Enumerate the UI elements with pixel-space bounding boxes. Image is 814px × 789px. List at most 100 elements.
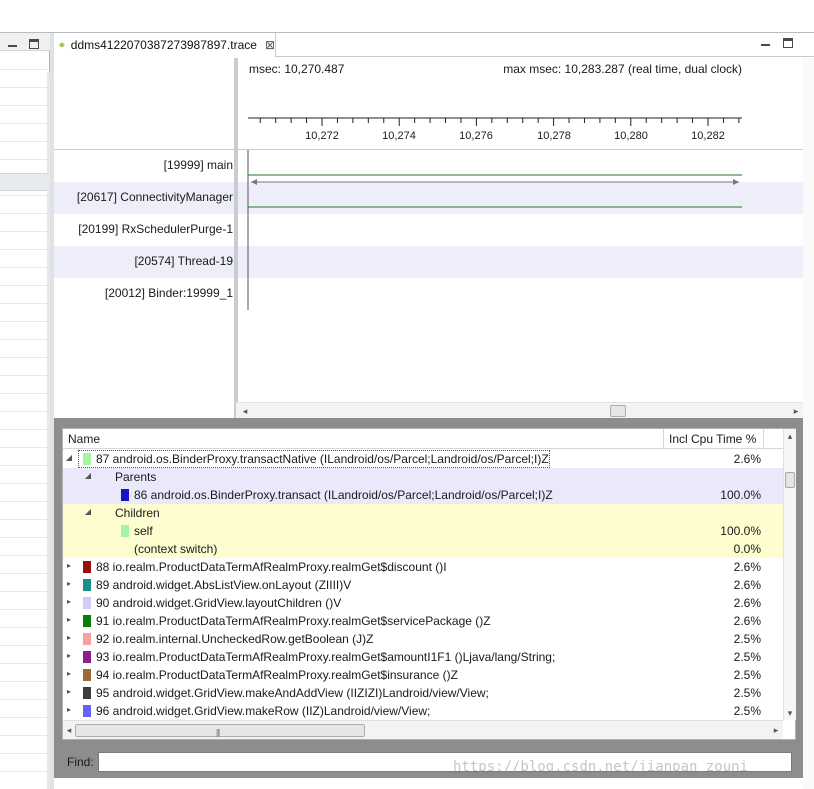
- expand-triangle-icon[interactable]: ▸: [65, 669, 73, 678]
- profile-table: Name Incl Cpu Time % ◢ 87 android.os.Bin…: [62, 428, 796, 740]
- color-swatch: [121, 489, 129, 501]
- left-view-row-line: [0, 141, 47, 142]
- left-view-row-line: [0, 339, 47, 340]
- color-swatch: [83, 687, 91, 699]
- left-view-row-line: [0, 663, 47, 664]
- expand-triangle-icon[interactable]: ▸: [65, 615, 73, 624]
- column-header-incl-cpu[interactable]: Incl Cpu Time %: [669, 432, 756, 446]
- table-row[interactable]: self 100.0%: [63, 522, 783, 540]
- table-row[interactable]: ▸ 95 android.widget.GridView.makeAndAddV…: [63, 684, 783, 702]
- ruler-tick-label: 10,274: [382, 130, 416, 142]
- editor-maximize-button[interactable]: [783, 38, 793, 48]
- left-view-row-line: [0, 411, 47, 412]
- row-percent: 100.0%: [720, 488, 761, 502]
- timeline-divider[interactable]: [234, 58, 238, 418]
- expand-triangle-icon[interactable]: ▸: [65, 633, 73, 642]
- left-view-row-line: [0, 465, 47, 466]
- table-row[interactable]: ▸ 94 io.realm.ProductDataTermAfRealmProx…: [63, 666, 783, 684]
- tab-trace-file[interactable]: ddms4122070387273987897.trace ⊠: [54, 33, 276, 57]
- table-hscroll-thumb[interactable]: |||: [75, 724, 365, 737]
- expand-triangle-icon[interactable]: ▸: [65, 651, 73, 660]
- row-percent: 2.5%: [733, 686, 761, 700]
- table-row[interactable]: ▸ 96 android.widget.GridView.makeRow (II…: [63, 702, 783, 720]
- left-view-row-line: [0, 447, 47, 448]
- scroll-down-icon[interactable]: ▾: [785, 708, 795, 718]
- row-label: 91 io.realm.ProductDataTermAfRealmProxy.…: [96, 614, 491, 628]
- table-row[interactable]: ◢ Children: [63, 504, 783, 522]
- color-swatch: [83, 597, 91, 609]
- color-swatch: [83, 705, 91, 717]
- expand-triangle-icon[interactable]: ▸: [65, 561, 73, 570]
- find-input[interactable]: [98, 752, 792, 772]
- editor-minimize-button[interactable]: [761, 39, 770, 46]
- row-label: 92 io.realm.internal.UncheckedRow.getBoo…: [96, 632, 374, 646]
- thread-timeline-canvas[interactable]: [54, 150, 803, 320]
- left-view-row-line: [0, 249, 47, 250]
- table-vscrollbar[interactable]: ▴ ▾: [783, 429, 796, 720]
- table-row[interactable]: ▸ 90 android.widget.GridView.layoutChild…: [63, 594, 783, 612]
- table-row[interactable]: 86 android.os.BinderProxy.transact (ILan…: [63, 486, 783, 504]
- scroll-left-icon[interactable]: ◂: [64, 725, 74, 735]
- left-view-row-line: [0, 87, 47, 88]
- row-percent: 2.6%: [733, 596, 761, 610]
- left-view-row-line: [0, 159, 47, 160]
- tab-close-icon[interactable]: ⊠: [265, 38, 275, 52]
- row-percent: 2.6%: [733, 452, 761, 466]
- table-rows: ◢ 87 android.os.BinderProxy.transactNati…: [63, 450, 783, 720]
- color-swatch: [121, 525, 129, 537]
- timeline-hscroll-thumb[interactable]: [610, 405, 626, 417]
- selection-right-arrow: [733, 179, 739, 185]
- color-swatch: [83, 561, 91, 573]
- left-view-row-line: [0, 717, 47, 718]
- top-bar: [0, 0, 814, 33]
- expand-triangle-icon[interactable]: ▸: [65, 579, 73, 588]
- left-view-row-line: [0, 195, 47, 196]
- row-percent: 2.5%: [733, 632, 761, 646]
- table-row[interactable]: ◢ 87 android.os.BinderProxy.transactNati…: [63, 450, 783, 468]
- table-row[interactable]: (context switch) 0.0%: [63, 540, 783, 558]
- row-label: 89 android.widget.AbsListView.onLayout (…: [96, 578, 352, 592]
- table-row[interactable]: ◢ Parents: [63, 468, 783, 486]
- row-percent: 2.6%: [733, 614, 761, 628]
- ruler-tick-label: 10,272: [305, 130, 339, 142]
- table-row[interactable]: ▸ 91 io.realm.ProductDataTermAfRealmProx…: [63, 612, 783, 630]
- left-maximize-button[interactable]: [29, 39, 39, 49]
- row-label: 87 android.os.BinderProxy.transactNative…: [96, 452, 549, 466]
- color-swatch: [83, 615, 91, 627]
- scroll-right-icon[interactable]: ▸: [791, 406, 801, 416]
- column-separator[interactable]: [763, 429, 764, 449]
- row-label: 95 android.widget.GridView.makeAndAddVie…: [96, 686, 489, 700]
- ruler-tick-label: 10,278: [537, 130, 571, 142]
- left-view-selected-row[interactable]: [0, 173, 47, 191]
- scroll-up-icon[interactable]: ▴: [785, 431, 795, 441]
- scroll-right-icon[interactable]: ▸: [771, 725, 781, 735]
- table-row[interactable]: ▸ 92 io.realm.internal.UncheckedRow.getB…: [63, 630, 783, 648]
- color-swatch: [83, 651, 91, 663]
- collapse-triangle-icon[interactable]: ◢: [84, 507, 92, 516]
- table-vscroll-thumb[interactable]: [785, 472, 795, 488]
- expand-triangle-icon[interactable]: ▸: [65, 705, 73, 714]
- column-header-name[interactable]: Name: [68, 432, 100, 446]
- scroll-left-icon[interactable]: ◂: [240, 406, 250, 416]
- left-view-row-line: [0, 555, 47, 556]
- collapse-triangle-icon[interactable]: ◢: [65, 453, 73, 462]
- left-minimize-button[interactable]: [8, 40, 17, 47]
- row-label: Parents: [115, 470, 157, 484]
- column-separator[interactable]: [663, 429, 664, 449]
- left-view-row-line: [0, 591, 47, 592]
- row-percent: 2.6%: [733, 560, 761, 574]
- table-hscrollbar[interactable]: ◂ ||| ▸: [63, 720, 783, 739]
- collapse-triangle-icon[interactable]: ◢: [84, 471, 92, 480]
- table-row[interactable]: ▸ 89 android.widget.AbsListView.onLayout…: [63, 576, 783, 594]
- row-percent: 2.5%: [733, 704, 761, 718]
- row-label: self: [134, 524, 153, 538]
- time-ruler[interactable]: 10,272 10,274 10,276 10,278 10,280 10,28…: [54, 58, 803, 150]
- left-view-row-line: [0, 753, 47, 754]
- expand-triangle-icon[interactable]: ▸: [65, 597, 73, 606]
- table-row[interactable]: ▸ 93 io.realm.ProductDataTermAfRealmProx…: [63, 648, 783, 666]
- color-swatch: [83, 453, 91, 465]
- table-row[interactable]: ▸ 88 io.realm.ProductDataTermAfRealmProx…: [63, 558, 783, 576]
- left-view-row-line: [0, 573, 47, 574]
- expand-triangle-icon[interactable]: ▸: [65, 687, 73, 696]
- timeline-hscrollbar[interactable]: ◂ ▸: [236, 402, 803, 418]
